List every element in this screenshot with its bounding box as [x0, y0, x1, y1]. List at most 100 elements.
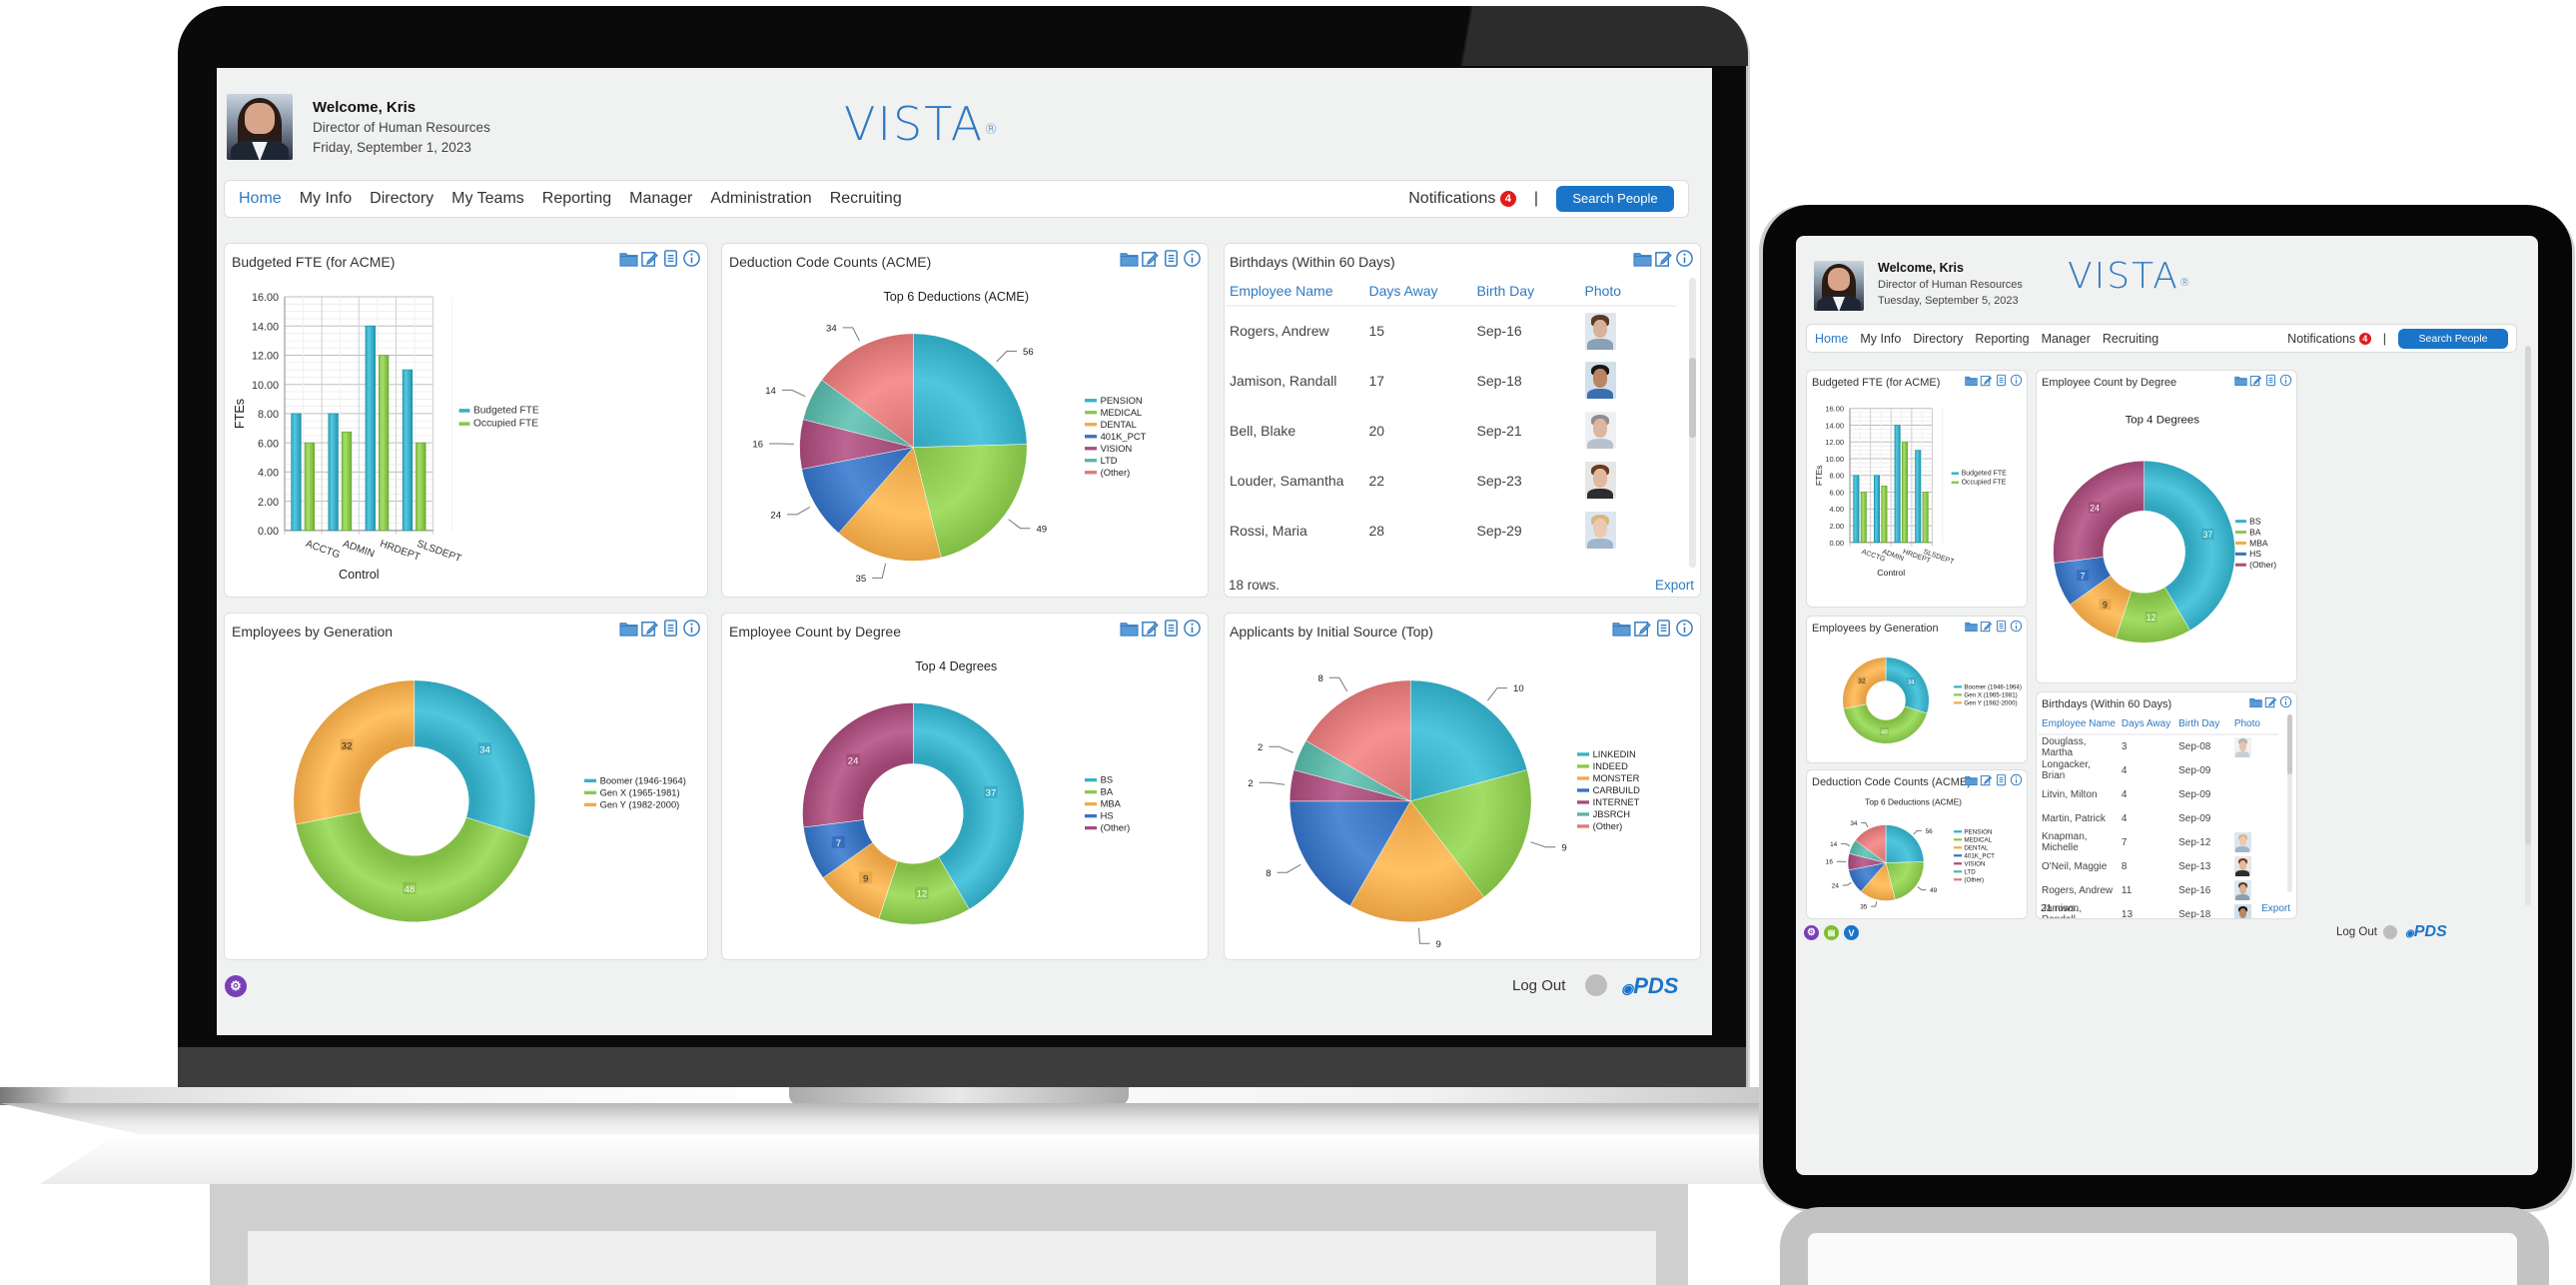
notifications-link[interactable]: Notifications 4 — [2287, 332, 2371, 346]
row-count: 21 rows. — [2041, 903, 2079, 914]
pds-logo-text: PDS — [1633, 973, 1679, 998]
nav-home[interactable]: Home — [239, 190, 282, 208]
y-tick-label: 0.00 — [1830, 539, 1844, 548]
column-header[interactable]: Employee Name — [1227, 278, 1366, 307]
data-label: 16 — [752, 440, 763, 451]
employee-photo[interactable] — [2233, 832, 2251, 852]
page-scrollbar[interactable] — [2525, 346, 2531, 905]
nav-my-info[interactable]: My Info — [1860, 332, 1901, 346]
legend-swatch — [2235, 520, 2246, 524]
bar-budgeted-fte — [1874, 475, 1880, 544]
logout-link[interactable]: Log Out — [2336, 926, 2377, 938]
page-scrollbar-thumb[interactable] — [2525, 346, 2531, 845]
open-folder-icon[interactable] — [1633, 249, 1652, 268]
employee-photo[interactable] — [1584, 412, 1616, 449]
table-row[interactable]: Rossi, Maria 28 Sep-29 — [1227, 506, 1676, 556]
nav-reporting[interactable]: Reporting — [542, 190, 611, 208]
generation-donut-chart: 34 48 32 Boomer (1946-1964)Gen X (1965-1981… — [1842, 656, 2022, 744]
table-row[interactable]: Douglass, Martha 3 Sep-08 — [2039, 734, 2278, 758]
nav-home[interactable]: Home — [1815, 332, 1848, 346]
table-row[interactable]: Rogers, Andrew 11 Sep-16 — [2039, 878, 2278, 902]
logout-link[interactable]: Log Out — [1512, 977, 1565, 994]
notifications-link[interactable]: Notifications 4 — [1408, 190, 1516, 208]
settings-gear-icon[interactable]: ⚙ — [225, 975, 247, 997]
chat-icon[interactable]: ▤ — [1824, 925, 1839, 940]
nav-recruiting[interactable]: Recruiting — [830, 190, 902, 208]
table-row[interactable]: Knapman, Michelle 7 Sep-12 — [2039, 830, 2278, 854]
table-row[interactable]: Martin, Patrick 4 Sep-09 — [2039, 806, 2278, 830]
birth-day: Sep-08 — [2178, 741, 2211, 752]
column-header[interactable]: Birth Day — [2175, 714, 2231, 735]
nav-my-teams[interactable]: My Teams — [451, 190, 524, 208]
table-row[interactable]: Rogers, Andrew 15 Sep-16 — [1227, 306, 1676, 356]
column-header[interactable]: Photo — [2230, 714, 2278, 735]
open-folder-icon[interactable] — [2249, 695, 2262, 708]
column-header[interactable]: Photo — [1581, 278, 1676, 307]
days-away: 4 — [2121, 764, 2128, 776]
applicants-pie-chart: 10 9 9 8 2 2 8 LINKEDIN INDEED MONSTER CARBUILD INT… — [1248, 673, 1640, 950]
laptop-foot — [0, 1103, 1778, 1135]
widget-title: Birthdays (Within 60 Days) — [2042, 698, 2172, 710]
table-row[interactable]: Louder, Samantha 22 Sep-23 — [1227, 456, 1676, 506]
employee-photo[interactable] — [2233, 880, 2251, 900]
search-people-button[interactable]: Search People — [2398, 328, 2508, 349]
legend-swatch — [584, 778, 596, 782]
legend-label: BA — [1101, 787, 1114, 797]
info-icon[interactable] — [2279, 695, 2292, 708]
data-label: 9 — [863, 873, 868, 884]
column-header[interactable]: Birth Day — [1473, 278, 1582, 307]
days-away: 4 — [2121, 812, 2128, 824]
nav-my-info[interactable]: My Info — [300, 190, 352, 208]
table-row[interactable]: Litvin, Milton 4 Sep-09 — [2039, 782, 2278, 806]
employee-photo[interactable] — [2233, 856, 2251, 876]
birthdays-scrollbar[interactable] — [2287, 714, 2292, 892]
employee-photo[interactable] — [1584, 362, 1616, 399]
user-profile-icon[interactable] — [2383, 925, 2397, 939]
legend-swatch — [1954, 878, 1962, 881]
table-row[interactable]: Bell, Blake 20 Sep-21 — [1227, 406, 1676, 456]
user-avatar — [1814, 261, 1864, 311]
legend-label: Boomer (1946-1964) — [1964, 683, 2022, 690]
nav-administration[interactable]: Administration — [710, 190, 811, 208]
birth-day: Sep-29 — [1476, 522, 1522, 539]
scrollbar-thumb[interactable] — [2287, 714, 2292, 774]
days-away: 13 — [2121, 908, 2134, 919]
employee-photo[interactable] — [2233, 904, 2251, 918]
employee-photo[interactable] — [2233, 736, 2251, 757]
employee-photo[interactable] — [1584, 312, 1616, 350]
vista-v-icon[interactable]: V — [1844, 925, 1859, 940]
column-header[interactable]: Days Away — [2118, 714, 2176, 735]
edit-icon[interactable] — [2264, 695, 2277, 708]
leader-line — [1840, 842, 1851, 846]
data-label: 9 — [2103, 600, 2108, 610]
nav-reporting[interactable]: Reporting — [1975, 332, 2029, 346]
legend-swatch — [458, 409, 470, 413]
nav-directory[interactable]: Directory — [370, 190, 433, 208]
export-link[interactable]: Export — [2261, 903, 2290, 914]
table-row[interactable]: O'Neil, Maggie 8 Sep-13 — [2039, 854, 2278, 878]
info-icon[interactable] — [1675, 249, 1694, 268]
donut-hole — [2103, 511, 2185, 594]
employee-photo[interactable] — [1584, 512, 1616, 549]
user-profile-icon[interactable] — [1585, 974, 1607, 996]
search-people-button[interactable]: Search People — [1556, 186, 1674, 212]
nav-manager[interactable]: Manager — [629, 190, 692, 208]
nav-manager[interactable]: Manager — [2042, 332, 2091, 346]
legend-label: BS — [2249, 517, 2261, 527]
birth-day: Sep-18 — [2178, 908, 2211, 919]
table-row[interactable]: Longacker, Brian 4 Sep-09 — [2039, 758, 2278, 782]
degree-donut-chart: Top 4 Degrees 37 12 9 7 24 BSBAMBAHS(Other) — [2053, 414, 2276, 643]
nav-directory[interactable]: Directory — [1913, 332, 1963, 346]
leader-line — [1917, 886, 1927, 891]
employee-photo[interactable] — [1584, 462, 1616, 499]
edit-icon[interactable] — [1654, 249, 1673, 268]
export-link[interactable]: Export — [1655, 578, 1694, 593]
bar-occupied-fte — [1860, 492, 1867, 544]
birthdays-scrollbar[interactable] — [1689, 278, 1696, 568]
column-header[interactable]: Employee Name — [2039, 714, 2119, 735]
scrollbar-thumb[interactable] — [1689, 358, 1696, 438]
settings-gear-icon[interactable]: ⚙ — [1804, 925, 1819, 940]
table-row[interactable]: Jamison, Randall 17 Sep-18 — [1227, 356, 1676, 406]
column-header[interactable]: Days Away — [1365, 278, 1474, 307]
nav-recruiting[interactable]: Recruiting — [2103, 332, 2158, 346]
